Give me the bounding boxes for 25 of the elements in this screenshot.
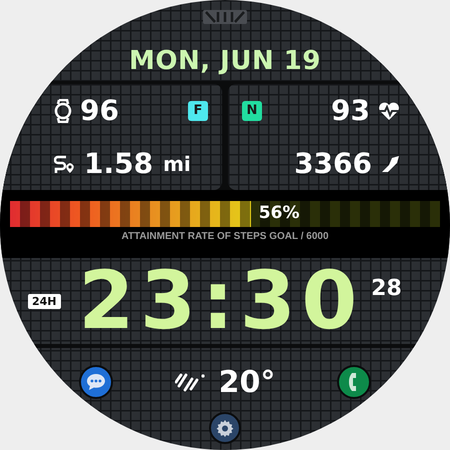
route-pin-icon	[54, 154, 76, 174]
phone-button[interactable]	[337, 365, 371, 399]
crown-notch-icon	[203, 10, 247, 24]
hour-format-badge: 24H	[28, 294, 61, 308]
date-label: MON, JUN 19	[128, 46, 322, 78]
mode-badge: F	[188, 100, 208, 120]
distance-unit: mi	[163, 152, 191, 176]
distance-value: 1.58	[84, 147, 154, 180]
chat-bubble-icon	[86, 373, 106, 391]
battery-value: 96	[80, 94, 119, 127]
shoe-icon	[380, 154, 400, 174]
rain-icon	[174, 372, 205, 392]
settings-button[interactable]	[209, 412, 241, 444]
time-display: 23:30	[78, 261, 364, 341]
temperature-value: 20°	[218, 364, 276, 400]
steps-value: 3366	[294, 147, 372, 180]
steps-goal-caption: ATTAINMENT RATE OF STEPS GOAL / 6000	[121, 231, 329, 242]
watch-icon	[54, 98, 72, 122]
mode-badge: N	[242, 100, 262, 120]
heart-pulse-icon	[378, 100, 400, 120]
steps-percent: 56%	[258, 203, 300, 223]
messages-button[interactable]	[79, 365, 113, 399]
seconds-display: 28	[371, 276, 402, 300]
settings-icon	[216, 419, 234, 437]
heart-rate-value: 93	[331, 94, 370, 127]
